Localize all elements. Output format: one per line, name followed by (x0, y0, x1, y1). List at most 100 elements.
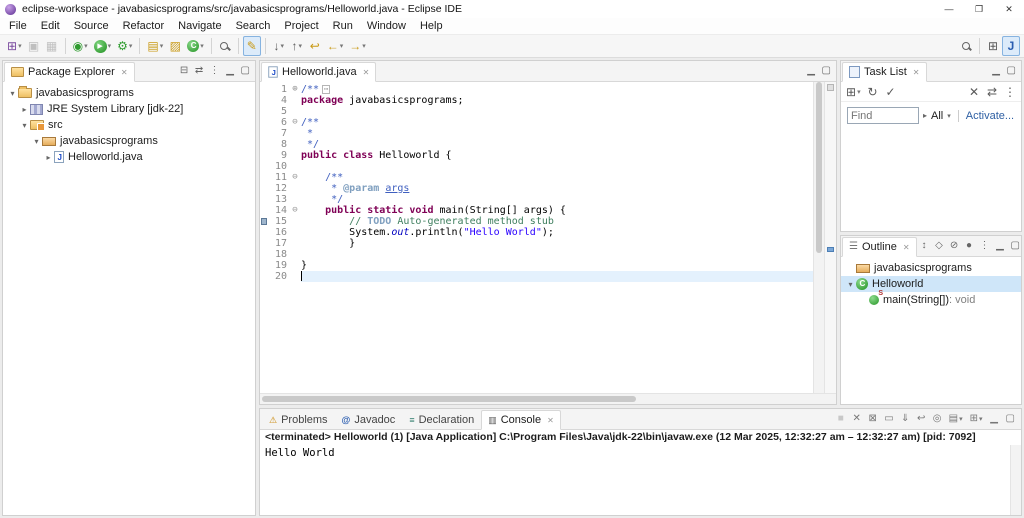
package-explorer-item-javabasicsprograms[interactable]: ▾javabasicsprograms (3, 133, 255, 149)
expand-arrow-icon[interactable]: ▸ (19, 105, 30, 114)
annotation-ruler[interactable] (260, 238, 269, 249)
collapse-arrow-icon[interactable]: ▾ (31, 137, 42, 146)
remove-launch-button[interactable]: ✕ (849, 411, 864, 427)
scope-dropdown-icon[interactable]: ▾ (947, 112, 951, 120)
code-line-14[interactable]: 14⊖ public static void main(String[] arg… (260, 205, 813, 216)
save-button[interactable]: ▣ (25, 36, 43, 56)
minimize-button[interactable]: ▁ (993, 238, 1008, 254)
new-task-button[interactable]: ⊞▾ (843, 82, 864, 102)
link-with-editor-button[interactable]: ⇄ (192, 63, 207, 79)
menu-search[interactable]: Search (229, 19, 278, 33)
editor-vertical-scrollbar[interactable] (813, 82, 824, 393)
open-search-button[interactable] (216, 36, 234, 56)
code-line-18[interactable]: 18 (260, 249, 813, 260)
annotation-ruler[interactable] (260, 161, 269, 172)
tab-console[interactable]: ▥Console✕ (481, 410, 561, 430)
next-annotation-button[interactable]: ↓▾ (270, 36, 288, 56)
annotation-ruler[interactable] (260, 227, 269, 238)
menu-window[interactable]: Window (360, 19, 413, 33)
code-line-19[interactable]: 19} (260, 260, 813, 271)
expand-fold-icon[interactable]: ⊕ (289, 84, 301, 95)
package-explorer-item-javabasicsprograms[interactable]: ▾javabasicsprograms (3, 85, 255, 101)
word-wrap-button[interactable]: ↩ (914, 411, 929, 427)
last-edit-location-button[interactable]: ↩ (306, 36, 324, 56)
code-line-6[interactable]: 6⊖/** (260, 117, 813, 128)
code-line-11[interactable]: 11⊖ /** (260, 172, 813, 183)
annotation-ruler[interactable] (260, 183, 269, 194)
code-line-5[interactable]: 5 (260, 106, 813, 117)
collapse-fold-icon[interactable]: ⊖ (289, 205, 301, 216)
annotation-ruler[interactable] (260, 194, 269, 205)
code-line-9[interactable]: 9public class Helloworld { (260, 150, 813, 161)
minimize-button[interactable]: ▁ (804, 63, 819, 79)
menu-edit[interactable]: Edit (34, 19, 67, 33)
annotation-ruler[interactable] (260, 172, 269, 183)
scrollbar-thumb[interactable] (816, 82, 822, 253)
code-line-7[interactable]: 7 * (260, 128, 813, 139)
code-line-4[interactable]: 4package javabasicsprograms; (260, 95, 813, 106)
annotation-ruler[interactable] (260, 205, 269, 216)
code-line-13[interactable]: 13 */ (260, 194, 813, 205)
code-line-15[interactable]: 15 // TODO Auto-generated method stub (260, 216, 813, 227)
tab-task-list[interactable]: Task List ✕ (842, 62, 927, 82)
annotation-ruler[interactable] (260, 150, 269, 161)
link-with-editor-button[interactable]: ⇄ (983, 82, 1001, 102)
todo-annotation-marker[interactable] (827, 247, 834, 252)
scrollbar-thumb[interactable] (262, 396, 636, 402)
code-line-17[interactable]: 17 } (260, 238, 813, 249)
run-button[interactable]: ▶▾ (91, 36, 115, 56)
pin-console-button[interactable]: ◎ (930, 411, 945, 427)
editor-horizontal-scrollbar[interactable] (260, 393, 836, 404)
new-java-class-button[interactable]: ▾ (184, 36, 207, 56)
tab-problems[interactable]: ⚠Problems (262, 410, 335, 430)
minimize-button[interactable]: ▁ (223, 63, 238, 79)
scope-all-button[interactable]: All (931, 110, 943, 122)
annotation-ruler[interactable] (260, 260, 269, 271)
maximize-button[interactable]: ▢ (819, 63, 834, 79)
debug-button[interactable]: ◉▾ (70, 36, 91, 56)
annotation-ruler[interactable] (260, 106, 269, 117)
collapse-fold-icon[interactable]: ⊖ (289, 172, 301, 183)
clear-console-button[interactable]: ▭ (881, 411, 896, 427)
delete-task-button[interactable]: ✕ (965, 82, 983, 102)
console-scrollbar[interactable] (1010, 445, 1021, 515)
code-area[interactable]: 1⊕/**⋯4package javabasicsprograms;56⊖/**… (260, 82, 813, 393)
close-tab-icon[interactable]: ✕ (547, 416, 554, 425)
annotation-ruler[interactable] (260, 139, 269, 150)
minimize-window-button[interactable]: — (934, 0, 964, 18)
menu-refactor[interactable]: Refactor (116, 19, 172, 33)
outline-item-helloworld[interactable]: ▾Helloworld (841, 276, 1021, 292)
menu-file[interactable]: File (2, 19, 34, 33)
annotation-ruler[interactable] (260, 95, 269, 106)
tab-outline[interactable]: ☰ Outline ✕ (842, 237, 917, 257)
code-line-16[interactable]: 16 System.out.println("Hello World"); (260, 227, 813, 238)
run-external-tools-button[interactable]: ⚙▾ (114, 36, 135, 56)
annotation-ruler[interactable] (260, 271, 269, 282)
overview-ruler[interactable] (824, 82, 836, 393)
previous-annotation-button[interactable]: ↑▾ (288, 36, 306, 56)
tab-package-explorer[interactable]: Package Explorer ✕ (4, 62, 135, 82)
new-java-project-button[interactable]: ▤▾ (144, 36, 166, 56)
annotation-ruler[interactable] (260, 117, 269, 128)
collapse-all-button[interactable]: ⊟ (177, 63, 192, 79)
close-tab-icon[interactable]: ✕ (363, 68, 370, 77)
close-window-button[interactable]: ✕ (994, 0, 1024, 18)
open-perspective-button[interactable]: ⊞ (984, 36, 1002, 56)
maximize-window-button[interactable]: ❐ (964, 0, 994, 18)
maximize-button[interactable]: ▢ (1004, 63, 1019, 79)
hide-completed-tasks-button[interactable]: ✓ (882, 82, 900, 102)
java-perspective-button[interactable]: J (1002, 36, 1020, 56)
view-menu-button[interactable]: ⋮ (1001, 82, 1019, 102)
collapse-arrow-icon[interactable]: ▾ (19, 121, 30, 130)
quick-search-button[interactable] (957, 36, 975, 56)
open-console-button[interactable]: ⊞▾ (967, 411, 986, 427)
menu-help[interactable]: Help (413, 19, 450, 33)
tab-helloworld-java[interactable]: Helloworld.java ✕ (261, 62, 376, 82)
hide-static-members-button[interactable]: ⊘ (947, 238, 962, 254)
hide-fields-button[interactable]: ◇ (932, 238, 947, 254)
tab-javadoc[interactable]: @Javadoc (335, 410, 403, 430)
collapse-arrow-icon[interactable]: ▾ (845, 280, 856, 289)
collapse-fold-icon[interactable]: ⊖ (289, 117, 301, 128)
package-explorer-item-helloworld-java[interactable]: ▸Helloworld.java (3, 149, 255, 165)
annotation-summary-icon[interactable] (827, 84, 834, 91)
